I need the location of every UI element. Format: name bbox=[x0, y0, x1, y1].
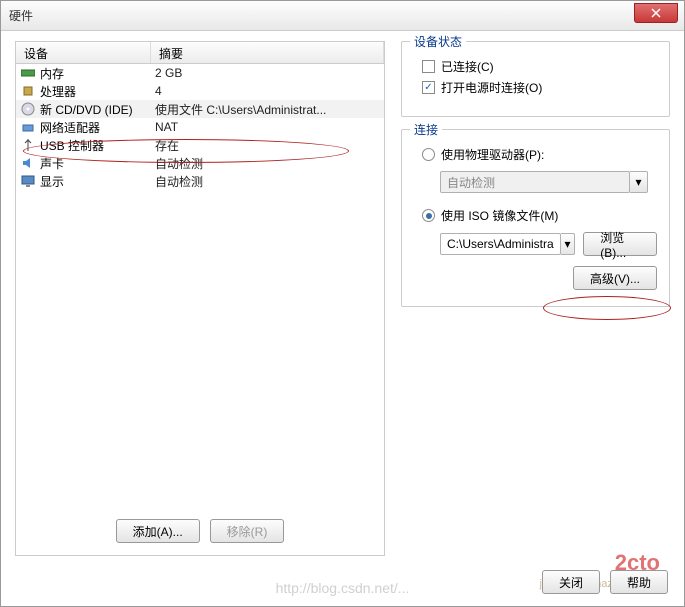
display-icon bbox=[20, 173, 36, 189]
iso-file-row[interactable]: 使用 ISO 镜像文件(M) bbox=[422, 207, 657, 224]
iso-path-field[interactable]: C:\Users\Administra bbox=[440, 233, 561, 255]
radio-icon bbox=[422, 209, 435, 222]
remove-button: 移除(R) bbox=[210, 519, 285, 543]
net-icon bbox=[20, 119, 36, 135]
grid-button-row: 添加(A)... 移除(R) bbox=[16, 507, 384, 555]
group-title-connection: 连接 bbox=[410, 121, 442, 138]
iso-file-label: 使用 ISO 镜像文件(M) bbox=[441, 207, 558, 224]
titlebar: 硬件 bbox=[1, 1, 684, 31]
device-name: 处理器 bbox=[40, 83, 155, 100]
device-name: 新 CD/DVD (IDE) bbox=[40, 101, 155, 118]
close-button[interactable] bbox=[634, 3, 678, 23]
table-row[interactable]: 声卡自动检测 bbox=[16, 154, 384, 172]
disc-icon bbox=[20, 101, 36, 117]
add-button[interactable]: 添加(A)... bbox=[116, 519, 200, 543]
content-area: 设备 摘要 内存2 GB处理器4新 CD/DVD (IDE)使用文件 C:\Us… bbox=[15, 41, 670, 556]
table-row[interactable]: 内存2 GB bbox=[16, 64, 384, 82]
chevron-down-icon[interactable]: ▾ bbox=[561, 233, 576, 255]
connect-on-power-row[interactable]: ✓ 打开电源时连接(O) bbox=[422, 79, 657, 96]
device-summary: 自动检测 bbox=[155, 173, 380, 190]
right-panel: 设备状态 已连接(C) ✓ 打开电源时连接(O) 连接 使用物理驱动器(P): … bbox=[385, 41, 670, 556]
group-title-status: 设备状态 bbox=[410, 33, 466, 50]
device-summary: 使用文件 C:\Users\Administrat... bbox=[155, 101, 380, 118]
connected-label: 已连接(C) bbox=[441, 58, 494, 75]
table-row[interactable]: 显示自动检测 bbox=[16, 172, 384, 190]
device-summary: 2 GB bbox=[155, 66, 380, 80]
close-dialog-button[interactable]: 关闭 bbox=[542, 570, 600, 594]
device-name: 内存 bbox=[40, 65, 155, 82]
dialog-window: 硬件 设备 摘要 内存2 GB处理器4新 CD/DVD (IDE)使用文件 C:… bbox=[0, 0, 685, 607]
device-summary: 自动检测 bbox=[155, 155, 380, 172]
help-button[interactable]: 帮助 bbox=[610, 570, 668, 594]
usb-icon bbox=[20, 137, 36, 153]
device-name: 声卡 bbox=[40, 155, 155, 172]
chevron-down-icon: ▾ bbox=[630, 171, 648, 193]
cpu-icon bbox=[20, 83, 36, 99]
device-name: 网络适配器 bbox=[40, 119, 155, 136]
radio-icon bbox=[422, 148, 435, 161]
table-row[interactable]: 处理器4 bbox=[16, 82, 384, 100]
browse-button[interactable]: 浏览(B)... bbox=[583, 232, 657, 256]
advanced-row: 高级(V)... bbox=[414, 266, 657, 290]
physical-drive-row[interactable]: 使用物理驱动器(P): bbox=[422, 146, 657, 163]
physical-drive-label: 使用物理驱动器(P): bbox=[441, 146, 544, 163]
checkbox-icon: ✓ bbox=[422, 81, 435, 94]
advanced-button[interactable]: 高级(V)... bbox=[573, 266, 657, 290]
device-summary: 存在 bbox=[155, 137, 380, 154]
iso-file-combo: C:\Users\Administra ▾ 浏览(B)... bbox=[440, 232, 657, 256]
connected-row[interactable]: 已连接(C) bbox=[422, 58, 657, 75]
table-row[interactable]: 新 CD/DVD (IDE)使用文件 C:\Users\Administrat.… bbox=[16, 100, 384, 118]
window-title: 硬件 bbox=[9, 7, 676, 24]
device-status-group: 设备状态 已连接(C) ✓ 打开电源时连接(O) bbox=[401, 41, 670, 117]
checkbox-icon bbox=[422, 60, 435, 73]
watermark-url: http://blog.csdn.net/... bbox=[276, 580, 410, 596]
table-row[interactable]: 网络适配器NAT bbox=[16, 118, 384, 136]
grid-body: 内存2 GB处理器4新 CD/DVD (IDE)使用文件 C:\Users\Ad… bbox=[16, 64, 384, 507]
grid-header: 设备 摘要 bbox=[16, 42, 384, 64]
device-list-panel: 设备 摘要 内存2 GB处理器4新 CD/DVD (IDE)使用文件 C:\Us… bbox=[15, 41, 385, 556]
table-row[interactable]: USB 控制器存在 bbox=[16, 136, 384, 154]
physical-drive-combo: 自动检测 ▾ bbox=[440, 171, 657, 193]
device-name: 显示 bbox=[40, 173, 155, 190]
device-summary: 4 bbox=[155, 84, 380, 98]
connect-on-power-label: 打开电源时连接(O) bbox=[441, 79, 542, 96]
header-summary[interactable]: 摘要 bbox=[151, 42, 384, 63]
device-name: USB 控制器 bbox=[40, 137, 155, 154]
sound-icon bbox=[20, 155, 36, 171]
device-summary: NAT bbox=[155, 120, 380, 134]
close-icon bbox=[651, 8, 661, 18]
memory-icon bbox=[20, 65, 36, 81]
header-device[interactable]: 设备 bbox=[16, 42, 151, 63]
physical-drive-value: 自动检测 bbox=[440, 171, 630, 193]
dialog-footer: 关闭 帮助 bbox=[542, 570, 668, 594]
connection-group: 连接 使用物理驱动器(P): 自动检测 ▾ 使用 ISO 镜像文件(M) C:\… bbox=[401, 129, 670, 307]
